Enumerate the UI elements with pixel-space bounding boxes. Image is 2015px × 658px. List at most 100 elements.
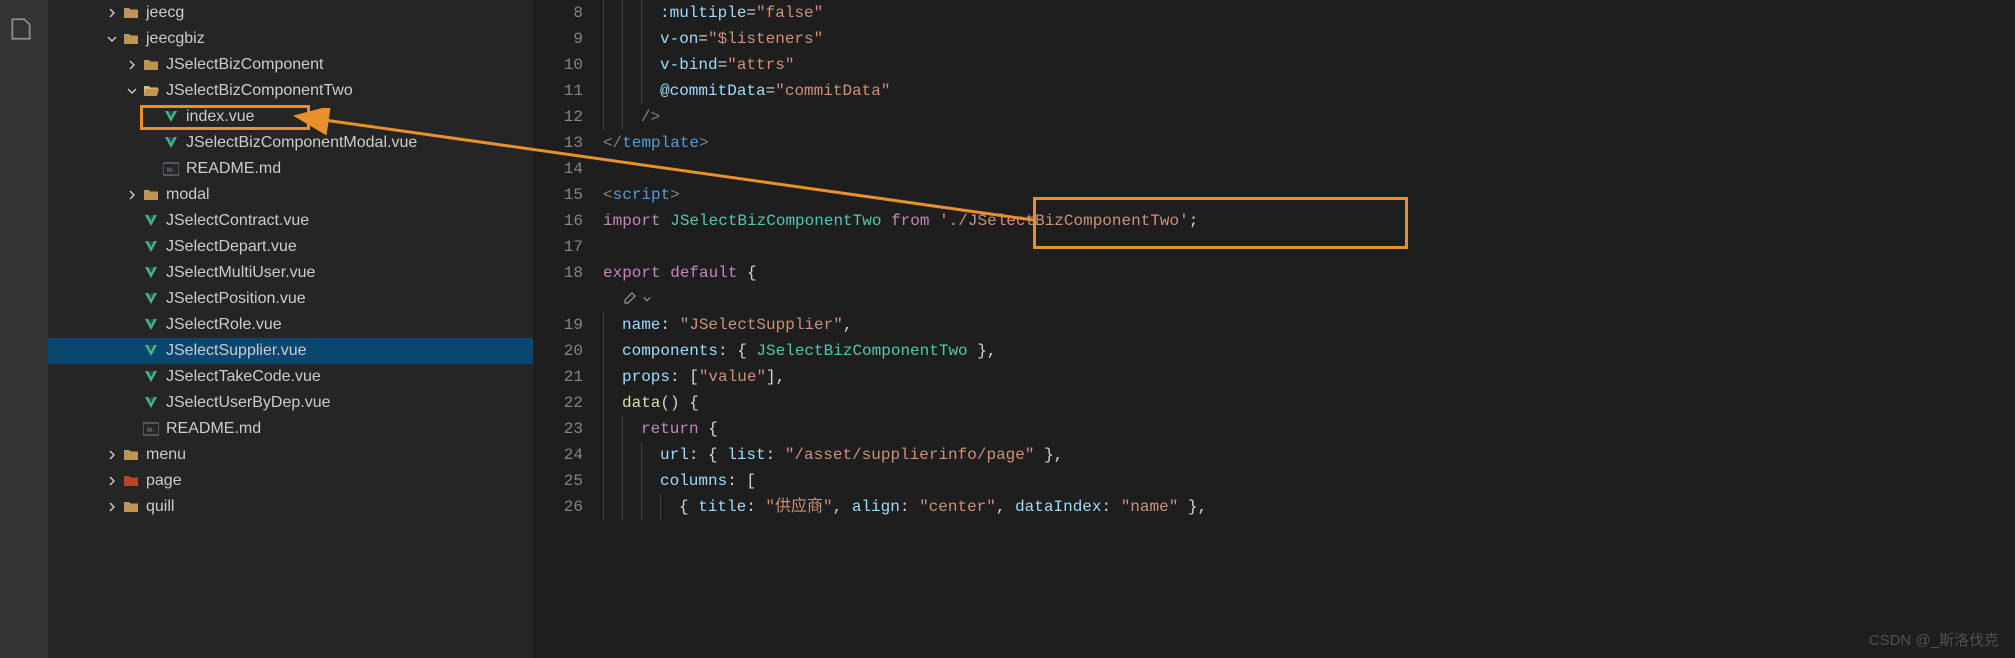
- file-label: JSelectUserByDep.vue: [166, 394, 331, 412]
- token-pl: },: [1034, 442, 1063, 468]
- file-tree-item[interactable]: quill: [48, 494, 533, 520]
- token-pl: =: [698, 26, 708, 52]
- code-line[interactable]: columns: [: [603, 468, 2015, 494]
- code-line[interactable]: <script>: [603, 182, 2015, 208]
- chevron-right-icon[interactable]: [124, 57, 140, 73]
- file-tree-item[interactable]: JSelectSupplier.vue: [48, 338, 533, 364]
- chevron-none-icon: [124, 421, 140, 437]
- vue-icon: [142, 368, 160, 386]
- chevron-none-icon: [124, 239, 140, 255]
- token-kw: default: [670, 260, 737, 286]
- token-pl: ,: [996, 494, 1015, 520]
- file-tree-item[interactable]: JSelectContract.vue: [48, 208, 533, 234]
- chevron-none-icon: [124, 265, 140, 281]
- file-tree-item[interactable]: JSelectBizComponent: [48, 52, 533, 78]
- chevron-none-icon: [144, 135, 160, 151]
- chevron-right-icon[interactable]: [104, 447, 120, 463]
- file-tree-item[interactable]: M↓README.md: [48, 416, 533, 442]
- token-attr: url: [660, 442, 689, 468]
- file-tree-item[interactable]: JSelectMultiUser.vue: [48, 260, 533, 286]
- token-tag: </: [603, 130, 622, 156]
- chevron-none-icon: [124, 213, 140, 229]
- token-pl: =: [718, 52, 728, 78]
- code-line[interactable]: data() {: [603, 390, 2015, 416]
- file-explorer[interactable]: jeecg jeecgbizJSelectBizComponent JSelectB…: [48, 0, 533, 658]
- token-id: JSelectBizComponentTwo: [670, 208, 881, 234]
- code-content[interactable]: :multiple="false"v-on="$listeners"v-bind…: [603, 0, 2015, 658]
- codelens-icon[interactable]: [603, 286, 652, 312]
- chevron-down-icon[interactable]: [124, 83, 140, 99]
- token-attr: dataIndex: [1015, 494, 1101, 520]
- code-line[interactable]: v-bind="attrs": [603, 52, 2015, 78]
- code-editor[interactable]: 891011121314151617181920212223242526 :mu…: [533, 0, 2015, 658]
- token-attr: props: [622, 364, 670, 390]
- file-label: README.md: [186, 160, 281, 178]
- code-line[interactable]: name: "JSelectSupplier",: [603, 312, 2015, 338]
- vue-icon: [142, 290, 160, 308]
- token-attr: @commitData: [660, 78, 766, 104]
- token-pl: :: [900, 494, 919, 520]
- token-pl: [929, 208, 939, 234]
- code-line[interactable]: @commitData="commitData": [603, 78, 2015, 104]
- chevron-down-icon[interactable]: [104, 31, 120, 47]
- token-str: "/asset/supplierinfo/page": [785, 442, 1035, 468]
- file-tree-item[interactable]: JSelectPosition.vue: [48, 286, 533, 312]
- file-tree-item[interactable]: M↓README.md: [48, 156, 533, 182]
- chevron-none-icon: [124, 395, 140, 411]
- file-label: JSelectPosition.vue: [166, 290, 306, 308]
- file-label: JSelectTakeCode.vue: [166, 368, 321, 386]
- code-line[interactable]: />: [603, 104, 2015, 130]
- chevron-right-icon[interactable]: [124, 187, 140, 203]
- code-line[interactable]: v-on="$listeners": [603, 26, 2015, 52]
- folder-icon: [122, 4, 140, 22]
- file-tree-item[interactable]: page: [48, 468, 533, 494]
- code-line[interactable]: </template>: [603, 130, 2015, 156]
- token-tag: />: [641, 104, 660, 130]
- code-line[interactable]: [603, 286, 2015, 312]
- token-str: "供应商": [765, 494, 832, 520]
- chevron-right-icon[interactable]: [104, 499, 120, 515]
- chevron-none-icon: [124, 291, 140, 307]
- line-number: [533, 286, 583, 312]
- file-label: jeecg: [146, 4, 184, 22]
- file-label: page: [146, 472, 182, 490]
- code-line[interactable]: return {: [603, 416, 2015, 442]
- file-label: JSelectBizComponentTwo: [166, 82, 353, 100]
- token-attr: v-bind: [660, 52, 718, 78]
- file-tree-item[interactable]: JSelectRole.vue: [48, 312, 533, 338]
- file-tree-item[interactable]: JSelectTakeCode.vue: [48, 364, 533, 390]
- chevron-right-icon[interactable]: [104, 5, 120, 21]
- folder-red-icon: [122, 472, 140, 490]
- code-line[interactable]: export default {: [603, 260, 2015, 286]
- code-line[interactable]: url: { list: "/asset/supplierinfo/page" …: [603, 442, 2015, 468]
- files-icon[interactable]: [8, 16, 40, 48]
- file-tree-item[interactable]: jeecg: [48, 0, 533, 26]
- code-line[interactable]: components: { JSelectBizComponentTwo },: [603, 338, 2015, 364]
- code-line[interactable]: [603, 156, 2015, 182]
- code-line[interactable]: { title: "供应商", align: "center", dataInd…: [603, 494, 2015, 520]
- code-line[interactable]: [603, 234, 2015, 260]
- code-line[interactable]: :multiple="false": [603, 0, 2015, 26]
- token-pl: :: [766, 442, 785, 468]
- file-tree-item[interactable]: modal: [48, 182, 533, 208]
- file-tree-item[interactable]: JSelectBizComponentModal.vue: [48, 130, 533, 156]
- code-line[interactable]: import JSelectBizComponentTwo from './JS…: [603, 208, 2015, 234]
- chevron-right-icon[interactable]: [104, 473, 120, 489]
- token-str: './JSelectBizComponentTwo': [939, 208, 1189, 234]
- file-tree-item[interactable]: jeecgbiz: [48, 26, 533, 52]
- token-pl: ,: [843, 312, 853, 338]
- file-tree-item[interactable]: JSelectDepart.vue: [48, 234, 533, 260]
- file-tree-item[interactable]: index.vue: [48, 104, 533, 130]
- line-number: 9: [533, 26, 583, 52]
- token-pl: [661, 260, 671, 286]
- folder-open-icon: [142, 82, 160, 100]
- file-tree-item[interactable]: JSelectUserByDep.vue: [48, 390, 533, 416]
- vue-icon: [142, 342, 160, 360]
- vue-icon: [142, 212, 160, 230]
- activity-bar[interactable]: [0, 0, 48, 658]
- code-line[interactable]: props: ["value"],: [603, 364, 2015, 390]
- file-tree-item[interactable]: menu: [48, 442, 533, 468]
- file-tree-item[interactable]: JSelectBizComponentTwo: [48, 78, 533, 104]
- token-pl: () {: [660, 390, 698, 416]
- file-label: menu: [146, 446, 186, 464]
